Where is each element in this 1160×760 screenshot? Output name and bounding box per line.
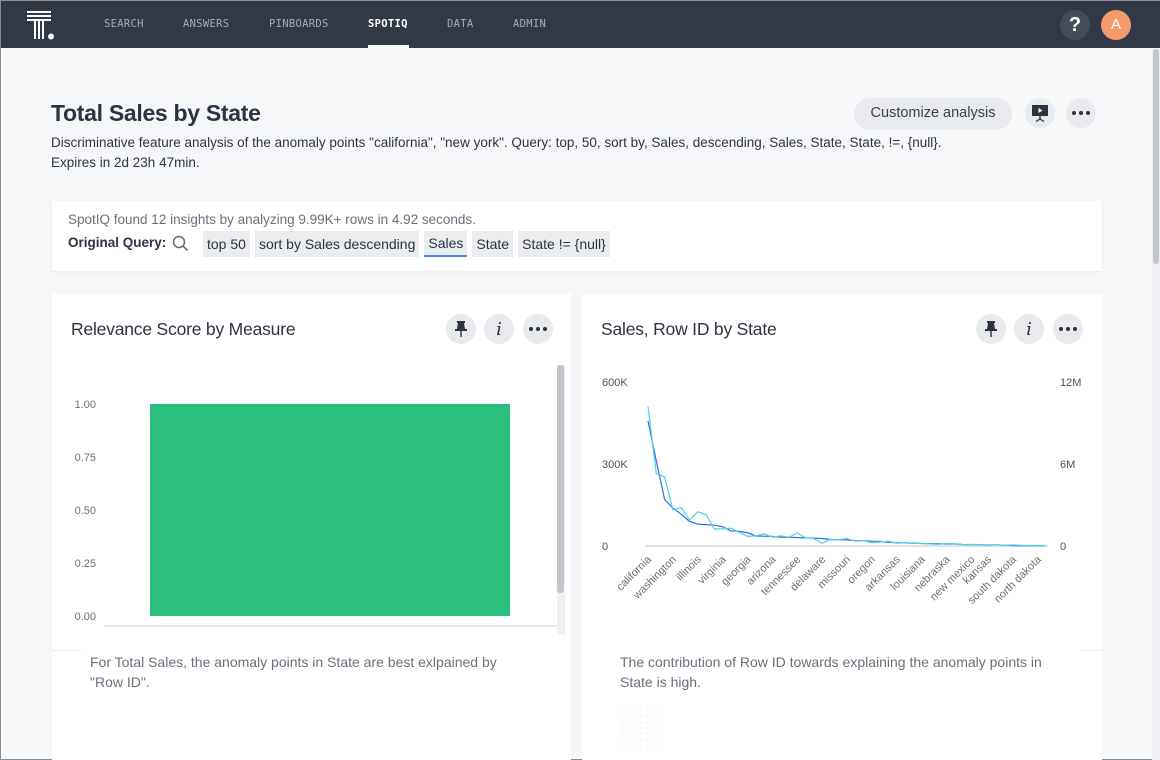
card-description: For Total Sales, the anomaly points in S… [90, 654, 497, 690]
nav-admin[interactable]: ADMIN [513, 1, 546, 48]
page-description: Discriminative feature analysis of the a… [51, 133, 1051, 173]
help-icon: ? [1068, 14, 1082, 36]
sales-rowid-line-chart: 0300K600K 06M12M californiawashingtonill… [602, 377, 1081, 607]
search-icon [172, 235, 189, 252]
query-chip-measure[interactable]: Sales [424, 231, 468, 257]
y-right-tick-label: 0 [1060, 541, 1066, 553]
help-button[interactable]: ? [1060, 10, 1090, 40]
insights-summary-card: SpotIQ found 12 insights by analyzing 9.… [52, 201, 1102, 271]
y-tick-label: 1.00 [75, 399, 96, 411]
thoughtspot-logo-icon[interactable] [27, 11, 57, 41]
more-icon [1072, 111, 1090, 115]
divider [52, 650, 81, 651]
more-icon [529, 327, 547, 331]
query-chips: top 50 sort by Sales descending Sales St… [203, 231, 610, 257]
insights-summary-text: SpotIQ found 12 insights by analyzing 9.… [68, 212, 476, 227]
y-left-tick-label: 300K [602, 459, 628, 471]
card-more-button[interactable] [1053, 314, 1083, 344]
y-tick-label: 0.00 [75, 611, 96, 623]
card-description: The contribution of Row ID towards expla… [620, 654, 1042, 690]
page-more-button[interactable] [1066, 98, 1096, 128]
user-avatar[interactable]: A [1101, 10, 1131, 40]
chart-scrollbar-thumb[interactable] [557, 365, 564, 593]
original-query-label: Original Query: [68, 235, 167, 250]
query-chip-top[interactable]: top 50 [203, 231, 250, 257]
page-scrollbar-thumb[interactable] [1153, 49, 1159, 264]
relevance-bar-chart: 0.00 0.25 0.50 0.75 1.00 [75, 399, 557, 627]
analysis-description: Discriminative feature analysis of the a… [51, 135, 942, 150]
divider [1080, 650, 1102, 651]
y-right-tick-label: 6M [1060, 459, 1075, 471]
info-icon: i [1026, 318, 1032, 340]
bar-row-id[interactable] [150, 404, 510, 616]
info-icon: i [496, 318, 502, 340]
customize-analysis-button[interactable]: Customize analysis [854, 98, 1012, 130]
page-title: Total Sales by State [51, 100, 261, 126]
query-chip-sort[interactable]: sort by Sales descending [254, 231, 420, 257]
info-button[interactable]: i [1014, 314, 1044, 344]
info-button[interactable]: i [484, 314, 514, 344]
card-title: Sales, Row ID by State [601, 319, 777, 339]
pin-button[interactable] [976, 314, 1006, 344]
insight-card-relevance: Relevance Score by Measure i 0.00 0.25 0.5… [52, 294, 571, 760]
nav-spotiq[interactable]: SPOTIQ [368, 1, 409, 48]
top-nav: SEARCH ANSWERS PINBOARDS SPOTIQ DATA ADM… [1, 1, 1160, 48]
presentation-icon [1032, 105, 1048, 122]
nav-search[interactable]: SEARCH [104, 1, 144, 48]
y-tick-label: 0.75 [75, 452, 96, 464]
nav-answers[interactable]: ANSWERS [183, 1, 229, 48]
more-icon [1059, 327, 1077, 331]
y-left-tick-label: 0 [602, 541, 608, 553]
insight-card-sales-rowid: Sales, Row ID by State i 0 300K 600K 0 6M 12… [582, 294, 1102, 760]
series-line-sales[interactable] [647, 420, 1047, 547]
y-tick-label: 0.50 [75, 505, 96, 517]
query-chip-filter[interactable]: State != {null} [518, 231, 610, 257]
pin-icon [455, 321, 467, 337]
y-right-tick-label: 12M [1060, 377, 1081, 389]
avatar-initial: A [1110, 16, 1121, 33]
query-chip-attribute[interactable]: State [472, 231, 514, 257]
nav-pinboards[interactable]: PINBOARDS [269, 1, 329, 48]
card-title: Relevance Score by Measure [71, 319, 296, 339]
pin-icon [985, 321, 997, 337]
y-tick-label: 0.25 [75, 558, 96, 570]
card-more-button[interactable] [523, 314, 553, 344]
pin-button[interactable] [446, 314, 476, 344]
y-left-tick-label: 600K [602, 377, 628, 389]
present-button[interactable] [1025, 98, 1055, 128]
expiry-text: Expires in 2d 23h 47min. [51, 155, 200, 170]
loading-placeholder [620, 707, 662, 747]
nav-data[interactable]: DATA [447, 1, 474, 48]
